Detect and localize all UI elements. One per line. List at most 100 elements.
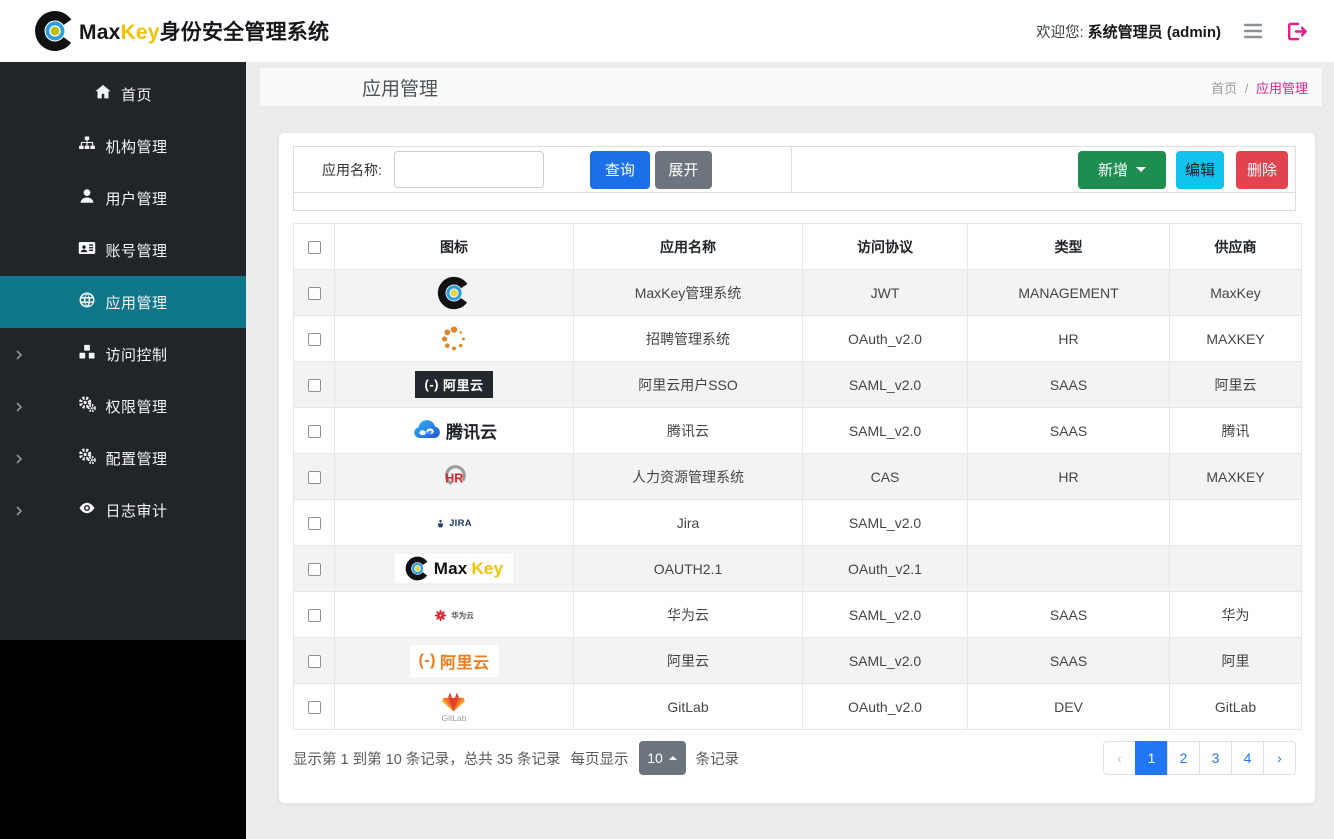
chevron-right-icon — [13, 400, 25, 412]
col-header-type: 类型 — [968, 224, 1170, 270]
app-type-cell: SAAS — [968, 362, 1170, 408]
app-type-cell — [968, 500, 1170, 546]
top-navbar: MaxKey身份安全管理系统 欢迎您: 系统管理员 (admin) — [0, 0, 1334, 62]
table-row[interactable]: 华为云 华为云 SAML_v2.0 SAAS 华为 — [294, 592, 1302, 638]
screen: MaxKey身份安全管理系统 欢迎您: 系统管理员 (admin) 首页 — [0, 0, 1334, 839]
sidebar-item-label: 首页 — [121, 84, 152, 105]
pager-prev-button[interactable]: ‹ — [1103, 741, 1136, 775]
edit-button[interactable]: 编辑 — [1176, 151, 1224, 189]
spinner-icon — [438, 323, 470, 355]
app-name-cell: OAUTH2.1 — [574, 546, 803, 592]
row-checkbox[interactable] — [308, 471, 321, 484]
pager-next-button[interactable]: › — [1263, 741, 1296, 775]
app-vendor-cell: 阿里 — [1170, 638, 1302, 684]
table-row[interactable]: (-)阿里云 阿里云用户SSO SAML_v2.0 SAAS 阿里云 — [294, 362, 1302, 408]
app-name-cell: 华为云 — [574, 592, 803, 638]
sidebar-item-label: 应用管理 — [105, 292, 167, 313]
app-vendor-cell: MaxKey — [1170, 270, 1302, 316]
app-icon-cell: (-)阿里云 — [335, 362, 574, 408]
maxkey-full-icon: MaxKey — [395, 554, 513, 583]
gears-icon — [78, 447, 96, 469]
col-header-vendor: 供应商 — [1170, 224, 1302, 270]
row-checkbox[interactable] — [308, 287, 321, 300]
hr-icon: HR — [440, 463, 468, 491]
table-row[interactable]: MaxKey管理系统 JWT MANAGEMENT MaxKey — [294, 270, 1302, 316]
page-size-dropdown[interactable]: 10 — [639, 741, 686, 775]
sidebar-item-permissions[interactable]: 权限管理 — [0, 380, 246, 432]
app-name-input[interactable] — [394, 151, 544, 188]
pager-page-2[interactable]: 2 — [1167, 741, 1200, 775]
app-protocol-cell: SAML_v2.0 — [803, 500, 968, 546]
user-icon — [78, 187, 96, 209]
maxkey-icon — [437, 276, 471, 310]
search-form: 应用名称: 查询 展开 — [294, 147, 792, 192]
sidebar-item-audit[interactable]: 日志审计 — [0, 484, 246, 536]
app-vendor-cell: 华为 — [1170, 592, 1302, 638]
search-box-footer — [294, 193, 1295, 210]
app-name-cell: 阿里云用户SSO — [574, 362, 803, 408]
sidebar-item-home[interactable]: 首页 — [0, 68, 246, 120]
sidebar-item-users[interactable]: 用户管理 — [0, 172, 246, 224]
table-row[interactable]: HR 人力资源管理系统 CAS HR MAXKEY — [294, 454, 1302, 500]
pager-page-3[interactable]: 3 — [1199, 741, 1232, 775]
app-name-cell: GitLab — [574, 684, 803, 730]
row-checkbox[interactable] — [308, 655, 321, 668]
pager-page-4[interactable]: 4 — [1231, 741, 1264, 775]
table-row[interactable]: JIRA Jira SAML_v2.0 — [294, 500, 1302, 546]
gears-icon — [78, 395, 96, 417]
row-checkbox[interactable] — [308, 333, 321, 346]
row-checkbox[interactable] — [308, 701, 321, 714]
table-row[interactable]: MaxKey OAUTH2.1 OAuth_v2.1 — [294, 546, 1302, 592]
select-all-checkbox[interactable] — [308, 241, 321, 254]
app-icon-cell — [335, 270, 574, 316]
chevron-right-icon — [13, 348, 25, 360]
table-row[interactable]: 招聘管理系统 OAuth_v2.0 HR MAXKEY — [294, 316, 1302, 362]
table-header-row: 图标 应用名称 访问协议 类型 供应商 — [294, 224, 1302, 270]
pager-page-1[interactable]: 1 — [1135, 741, 1168, 775]
app-protocol-cell: JWT — [803, 270, 968, 316]
row-checkbox[interactable] — [308, 379, 321, 392]
query-button[interactable]: 查询 — [590, 151, 650, 189]
app-icon-cell: (-)阿里云 — [335, 638, 574, 684]
app-type-cell — [968, 546, 1170, 592]
table-row[interactable]: 腾讯云 腾讯云 SAML_v2.0 SAAS 腾讯 — [294, 408, 1302, 454]
add-button[interactable]: 新增 — [1078, 151, 1166, 189]
home-icon — [94, 83, 112, 105]
table-row[interactable]: (-)阿里云 阿里云 SAML_v2.0 SAAS 阿里 — [294, 638, 1302, 684]
row-checkbox[interactable] — [308, 517, 321, 530]
sidebar-item-org[interactable]: 机构管理 — [0, 120, 246, 172]
app-type-cell: SAAS — [968, 638, 1170, 684]
sidebar-item-apps[interactable]: 应用管理 — [0, 276, 246, 328]
delete-button[interactable]: 删除 — [1236, 151, 1288, 189]
app-protocol-cell: SAML_v2.0 — [803, 638, 968, 684]
breadcrumb-home-link[interactable]: 首页 — [1211, 81, 1237, 96]
app-icon-cell: 华为云 — [335, 592, 574, 638]
table-row[interactable]: GitLab GitLab OAuth_v2.0 DEV GitLab — [294, 684, 1302, 730]
row-checkbox[interactable] — [308, 563, 321, 576]
sidebar-item-access[interactable]: 访问控制 — [0, 328, 246, 380]
sidebar-item-label: 访问控制 — [105, 344, 167, 365]
row-checkbox[interactable] — [308, 609, 321, 622]
app-icon-cell: JIRA — [335, 500, 574, 546]
expand-button[interactable]: 展开 — [655, 151, 712, 189]
caret-down-icon — [1136, 167, 1146, 172]
main-content: 应用管理 首页 / 应用管理 应用名称: 查询 展开 — [246, 62, 1334, 839]
app-vendor-cell: MAXKEY — [1170, 454, 1302, 500]
app-icon-cell: 腾讯云 — [335, 408, 574, 454]
cubes-icon — [78, 343, 96, 365]
huawei-cloud-icon: 华为云 — [434, 609, 474, 622]
app-name-cell: 腾讯云 — [574, 408, 803, 454]
sidebar-item-config[interactable]: 配置管理 — [0, 432, 246, 484]
sidebar-item-accounts[interactable]: 账号管理 — [0, 224, 246, 276]
pager: ‹ 1 2 3 4 › — [1103, 741, 1296, 775]
pagination-summary: 显示第 1 到第 10 条记录，总共 35 条记录 — [293, 748, 561, 769]
sidebar-item-label: 账号管理 — [105, 240, 167, 261]
per-page-suffix: 条记录 — [696, 748, 740, 769]
applications-table: 图标 应用名称 访问协议 类型 供应商 MaxKey管理系统 JWT MANAG… — [293, 223, 1302, 730]
menu-toggle-icon[interactable] — [1241, 21, 1265, 41]
logout-icon[interactable] — [1285, 20, 1308, 43]
app-icon-cell: HR — [335, 454, 574, 500]
row-checkbox[interactable] — [308, 425, 321, 438]
brand-title: MaxKey身份安全管理系统 — [79, 16, 329, 46]
caret-up-icon — [669, 756, 677, 760]
